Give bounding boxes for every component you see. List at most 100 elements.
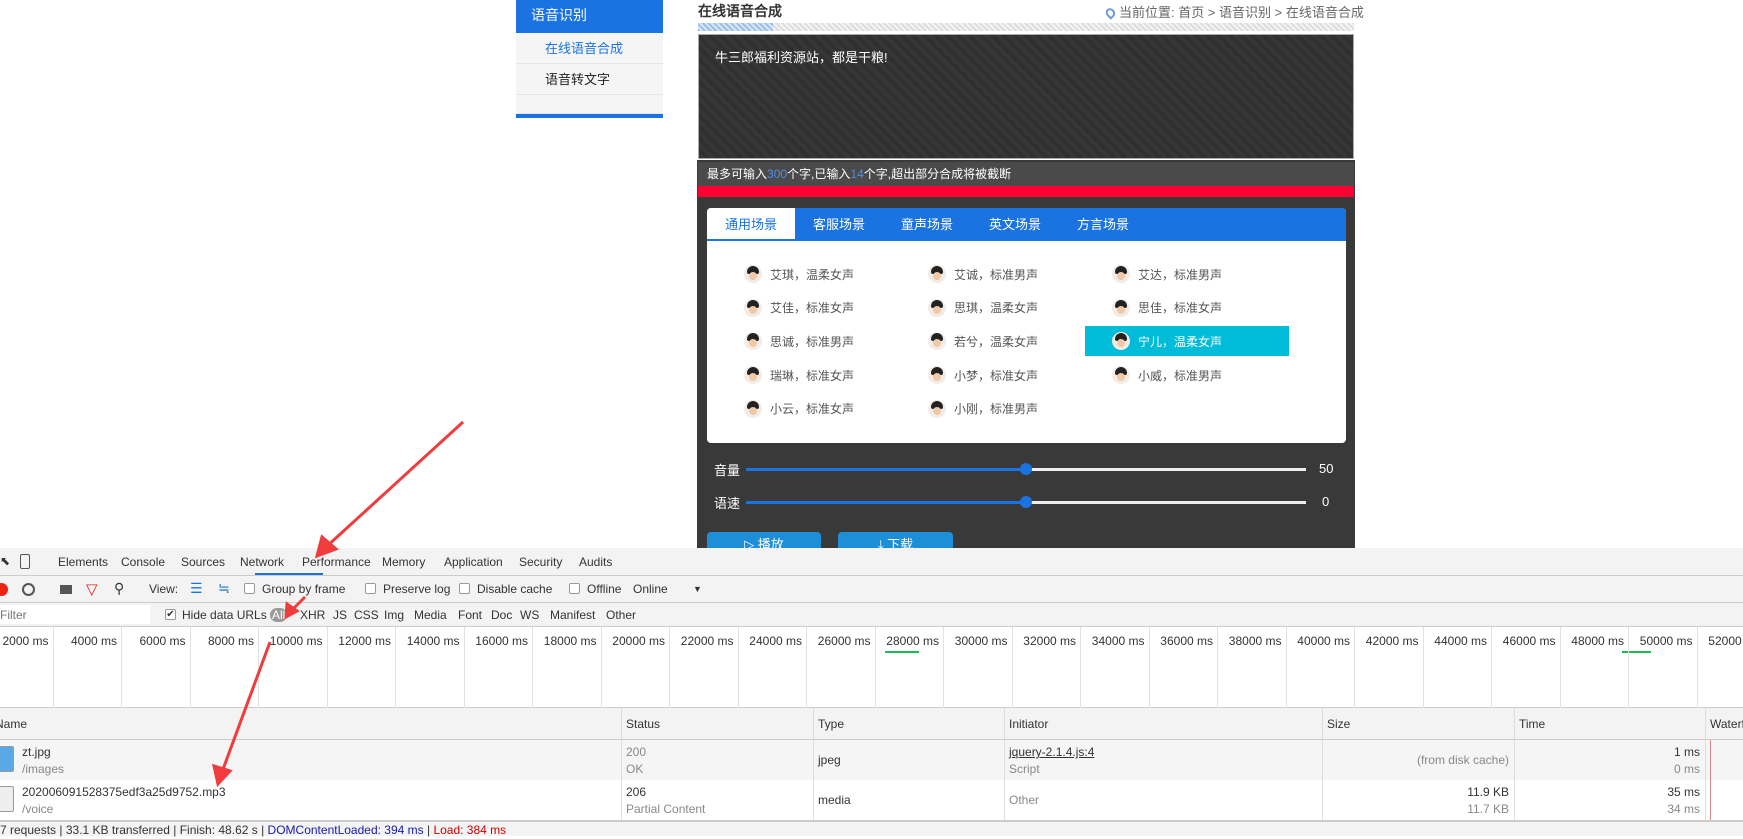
column-header-initiator[interactable]: Initiator bbox=[1004, 708, 1322, 739]
filter-type-media[interactable]: Media bbox=[414, 608, 447, 622]
voice-option[interactable]: 小梦，标准女声 bbox=[901, 360, 1105, 390]
column-header-type[interactable]: Type bbox=[813, 708, 1004, 739]
device-toggle-icon[interactable] bbox=[20, 554, 30, 569]
text-input[interactable]: 牛三郎福利资源站，都是干粮! bbox=[698, 34, 1354, 159]
timeline-tick: 18000 ms bbox=[543, 634, 597, 648]
voice-option[interactable]: 艾诚，标准男声 bbox=[901, 259, 1105, 289]
voice-option[interactable]: 艾达，标准男声 bbox=[1085, 259, 1289, 289]
name-cell[interactable]: 202006091528375edf3a25d9752.mp3/voice bbox=[0, 780, 622, 820]
devtools-tab-console[interactable]: Console bbox=[121, 555, 165, 569]
devtools-tab-elements[interactable]: Elements bbox=[58, 555, 108, 569]
record-icon[interactable] bbox=[0, 583, 8, 596]
offline-checkbox[interactable] bbox=[569, 583, 580, 594]
devtools-tab-security[interactable]: Security bbox=[519, 555, 562, 569]
avatar-icon bbox=[928, 332, 946, 351]
voice-option[interactable]: 小威，标准男声 bbox=[1085, 360, 1289, 390]
type-value: media bbox=[818, 793, 851, 807]
voice-label: 艾诚，标准男声 bbox=[954, 267, 1039, 282]
voice-option[interactable]: 小云，标准女声 bbox=[717, 394, 921, 424]
devtools-tab-memory[interactable]: Memory bbox=[382, 555, 425, 569]
initiator-link: Other bbox=[1009, 793, 1040, 807]
timeline-tick: 8000 ms bbox=[207, 634, 254, 648]
filter-type-css[interactable]: CSS bbox=[354, 608, 379, 622]
tab-scene-2[interactable]: 童声场景 bbox=[883, 208, 971, 241]
voice-option[interactable]: 瑞琳，标准女声 bbox=[717, 360, 921, 390]
voice-option[interactable]: 思佳，标准女声 bbox=[1085, 293, 1289, 323]
filter-type-font[interactable]: Font bbox=[458, 608, 482, 622]
filter-type-doc[interactable]: Doc bbox=[491, 608, 512, 622]
hide-data-urls-checkbox[interactable]: ✔ bbox=[165, 609, 176, 620]
request-name[interactable]: zt.jpg bbox=[22, 744, 617, 761]
devtools-tab-network[interactable]: Network bbox=[240, 555, 284, 569]
speed-thumb[interactable] bbox=[1020, 496, 1032, 508]
waterfall-view-icon[interactable]: ≒ bbox=[218, 580, 230, 597]
type-cell: media bbox=[813, 780, 1004, 820]
filter-type-img[interactable]: Img bbox=[384, 608, 404, 622]
voice-option[interactable]: 艾琪，温柔女声 bbox=[717, 259, 921, 289]
inspect-icon[interactable]: ⬉ bbox=[0, 554, 10, 568]
offline-label: Offline bbox=[587, 582, 622, 596]
group-by-frame-checkbox[interactable] bbox=[244, 583, 255, 594]
voice-option[interactable]: 思诚，标准男声 bbox=[717, 326, 921, 356]
timeline-tick: 52000 ms bbox=[1708, 634, 1743, 648]
timeline-overview[interactable]: 2000 ms 4000 ms 6000 ms 8000 ms 10000 ms 1200… bbox=[0, 627, 1743, 708]
name-cell[interactable]: zt.jpg/images bbox=[0, 740, 622, 780]
clear-icon[interactable] bbox=[22, 583, 35, 596]
preserve-log-checkbox[interactable] bbox=[365, 583, 376, 594]
voice-option[interactable]: 小刚，标准男声 bbox=[901, 394, 1105, 424]
volume-slider[interactable] bbox=[746, 463, 1306, 475]
filter-type-manifest[interactable]: Manifest bbox=[550, 608, 595, 622]
sidebar-item-speech-to-text[interactable]: 语音转文字 bbox=[516, 64, 663, 95]
tab-scene-4[interactable]: 方言场景 bbox=[1059, 208, 1147, 241]
filter-type-other[interactable]: Other bbox=[606, 608, 636, 622]
devtools-tab-sources[interactable]: Sources bbox=[181, 555, 225, 569]
filter-type-ws[interactable]: WS bbox=[520, 608, 539, 622]
avatar-icon bbox=[1112, 366, 1130, 385]
dropdown-arrow-icon[interactable]: ▼ bbox=[693, 584, 702, 594]
timeline-tick: 48000 ms bbox=[1571, 634, 1624, 648]
hide-data-urls-label: Hide data URLs bbox=[182, 608, 267, 622]
avatar-icon bbox=[1112, 298, 1130, 317]
speed-value: 0 bbox=[1322, 494, 1330, 509]
tab-scene-3[interactable]: 英文场景 bbox=[971, 208, 1059, 241]
column-header-waterfall[interactable]: Waterfall bbox=[1705, 708, 1743, 739]
type-cell: jpeg bbox=[813, 740, 1004, 780]
voice-label: 瑞琳，标准女声 bbox=[770, 368, 855, 383]
filter-icon[interactable]: ▽ bbox=[86, 580, 98, 598]
throttle-select[interactable]: Online bbox=[633, 582, 668, 596]
voice-option[interactable]: 若兮，温柔女声 bbox=[901, 326, 1105, 356]
voice-option[interactable]: 艾佳，标准女声 bbox=[717, 293, 921, 323]
time-value: 35 ms bbox=[1667, 785, 1700, 799]
requests-count: 7 requests bbox=[0, 823, 57, 837]
table-row[interactable]: zt.jpg/images 200 OK jpeg jquery-2.1.4.js:4 S… bbox=[0, 740, 1743, 780]
list-view-icon[interactable]: ☰ bbox=[190, 580, 203, 597]
filter-input[interactable] bbox=[0, 605, 150, 624]
disable-cache-checkbox[interactable] bbox=[459, 583, 470, 594]
column-header-status[interactable]: Status bbox=[621, 708, 813, 739]
speed-slider[interactable] bbox=[746, 496, 1306, 508]
breadcrumb-text[interactable]: 当前位置: 首页 > 语音识别 > 在线语音合成 bbox=[1119, 5, 1364, 20]
column-header-time[interactable]: Time bbox=[1514, 708, 1705, 739]
filter-type-xhr[interactable]: XHR bbox=[300, 608, 325, 622]
filter-type-js[interactable]: JS bbox=[333, 608, 347, 622]
voice-option[interactable]: 宁儿，温柔女声 bbox=[1085, 326, 1289, 357]
camera-icon[interactable] bbox=[60, 585, 72, 594]
initiator-link[interactable]: jquery-2.1.4.js:4 bbox=[1009, 744, 1317, 761]
table-row[interactable]: 202006091528375edf3a25d9752.mp3/voice 206… bbox=[0, 780, 1743, 821]
location-pin-icon bbox=[1103, 6, 1118, 20]
latency-value: 34 ms bbox=[1667, 802, 1700, 816]
request-name[interactable]: 202006091528375edf3a25d9752.mp3 bbox=[22, 784, 617, 801]
volume-thumb[interactable] bbox=[1020, 463, 1032, 475]
filter-type-all[interactable]: All bbox=[270, 608, 288, 622]
search-icon[interactable]: ⚲ bbox=[114, 580, 124, 597]
type-value: jpeg bbox=[818, 753, 841, 767]
voice-option[interactable]: 思琪，温柔女声 bbox=[901, 293, 1105, 323]
devtools-tab-performance[interactable]: Performance bbox=[302, 555, 371, 569]
tab-scene-1[interactable]: 客服场景 bbox=[795, 208, 883, 241]
devtools-tab-audits[interactable]: Audits bbox=[579, 555, 612, 569]
tab-scene-0[interactable]: 通用场景 bbox=[707, 208, 795, 241]
sidebar-item-online-tts[interactable]: 在线语音合成 bbox=[516, 33, 663, 64]
devtools-tab-application[interactable]: Application bbox=[444, 555, 503, 569]
column-header-size[interactable]: Size bbox=[1322, 708, 1514, 739]
column-header-name[interactable]: Name bbox=[0, 708, 621, 739]
